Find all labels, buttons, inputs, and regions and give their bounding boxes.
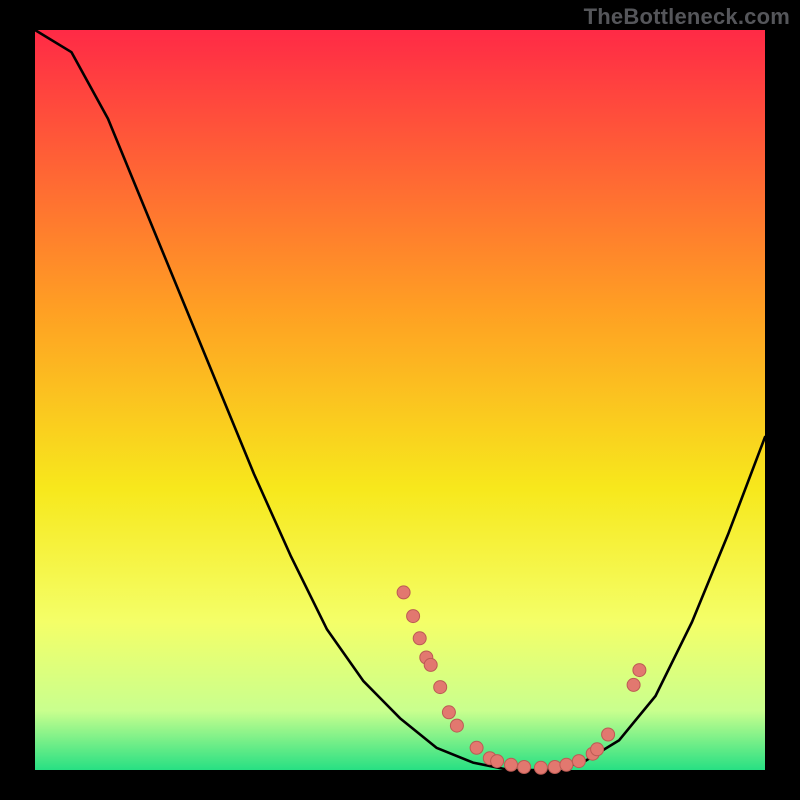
scatter-dot	[470, 741, 483, 754]
scatter-dot	[627, 678, 640, 691]
scatter-dot	[572, 755, 585, 768]
scatter-dot	[633, 664, 646, 677]
scatter-dot	[518, 761, 531, 774]
scatter-dot	[491, 755, 504, 768]
scatter-dot	[450, 719, 463, 732]
scatter-dot	[548, 761, 561, 774]
scatter-dot	[434, 681, 447, 694]
scatter-dot	[591, 743, 604, 756]
scatter-dot	[424, 658, 437, 671]
watermark-label: TheBottleneck.com	[584, 4, 790, 30]
scatter-dot	[534, 761, 547, 774]
scatter-dot	[397, 586, 410, 599]
scatter-dot	[602, 728, 615, 741]
scatter-dot	[442, 706, 455, 719]
chart-svg	[0, 0, 800, 800]
scatter-dot	[407, 610, 420, 623]
scatter-dot	[560, 758, 573, 771]
scatter-dot	[505, 758, 518, 771]
chart-stage: { "watermark": "TheBottleneck.com", "col…	[0, 0, 800, 800]
scatter-dot	[413, 632, 426, 645]
gradient-background	[35, 30, 765, 770]
